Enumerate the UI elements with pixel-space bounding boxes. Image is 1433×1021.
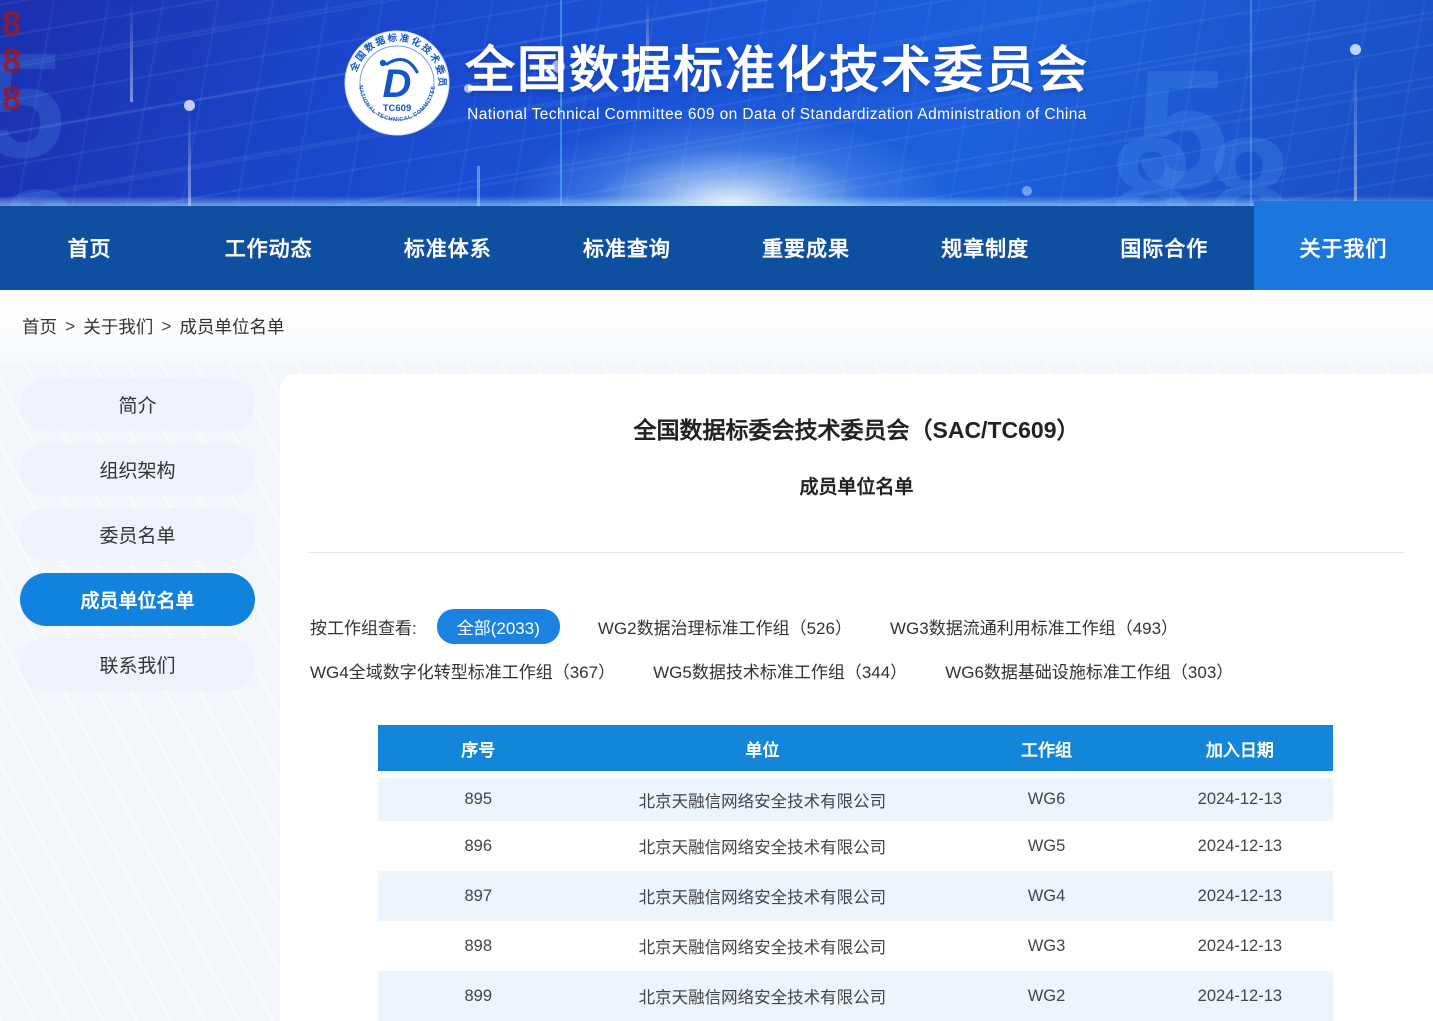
table-row: 899 北京天融信网络安全技术有限公司 WG2 2024-12-13	[378, 971, 1333, 1021]
column-header-unit: 单位	[579, 725, 947, 771]
cell-join-date: 2024-12-13	[1147, 971, 1333, 1021]
cell-seq: 897	[378, 871, 579, 921]
cell-workgroup: WG6	[946, 771, 1147, 821]
main-navigation: 首页 工作动态 标准体系 标准查询 重要成果 规章制度 国际合作 关于我们	[0, 206, 1433, 290]
breadcrumb: 首页 > 关于我们 > 成员单位名单	[0, 290, 1433, 362]
filter-wg6[interactable]: WG6数据基础设施标准工作组（303）	[945, 658, 1233, 683]
cell-join-date: 2024-12-13	[1147, 771, 1333, 821]
table-row: 896 北京天融信网络安全技术有限公司 WG5 2024-12-13	[378, 821, 1333, 871]
nav-item-standard-query[interactable]: 标准查询	[537, 206, 716, 290]
cell-unit: 北京天融信网络安全技术有限公司	[579, 771, 947, 821]
cell-join-date: 2024-12-13	[1147, 871, 1333, 921]
cell-seq: 896	[378, 821, 579, 871]
nav-item-work-news[interactable]: 工作动态	[179, 206, 358, 290]
table-row: 897 北京天融信网络安全技术有限公司 WG4 2024-12-13	[378, 871, 1333, 921]
filter-wg5[interactable]: WG5数据技术标准工作组（344）	[653, 658, 907, 683]
column-header-join-date: 加入日期	[1147, 725, 1333, 771]
table-header-row: 序号 单位 工作组 加入日期	[378, 725, 1333, 771]
cell-unit: 北京天融信网络安全技术有限公司	[579, 871, 947, 921]
filter-wg2[interactable]: WG2数据治理标准工作组（526）	[598, 614, 852, 639]
filter-wg4[interactable]: WG4全域数字化转型标准工作组（367）	[310, 658, 615, 683]
filter-all-button[interactable]: 全部(2033)	[437, 609, 560, 644]
breadcrumb-separator: >	[161, 316, 171, 337]
site-subtitle: National Technical Committee 609 on Data…	[465, 106, 1089, 124]
sidebar-item-member-units[interactable]: 成员单位名单	[20, 573, 255, 626]
workgroup-filters: 按工作组查看: 全部(2033) WG2数据治理标准工作组（526） WG3数据…	[310, 609, 1393, 683]
filter-wg3[interactable]: WG3数据流通利用标准工作组（493）	[890, 614, 1178, 639]
site-title: 全国数据标准化技术委员会	[465, 43, 1089, 98]
member-units-table: 序号 单位 工作组 加入日期 895 北京天融信网络安全技术有限公司 WG6 2…	[378, 725, 1333, 1021]
cell-workgroup: WG4	[946, 871, 1147, 921]
nav-item-standard-system[interactable]: 标准体系	[358, 206, 537, 290]
main-panel: 全国数据标委会技术委员会（SAC/TC609） 成员单位名单 按工作组查看: 全…	[280, 374, 1433, 1021]
table-row: 898 北京天融信网络安全技术有限公司 WG3 2024-12-13	[378, 921, 1333, 971]
cell-join-date: 2024-12-13	[1147, 821, 1333, 871]
sidebar-item-contact[interactable]: 联系我们	[20, 638, 255, 691]
breadcrumb-about[interactable]: 关于我们	[83, 314, 153, 339]
site-header: 5 8 5 88 888 全国数据标准化技术委员会 NATIONAL TECHN…	[0, 0, 1433, 206]
filter-label: 按工作组查看:	[310, 614, 417, 639]
page-subtitle: 成员单位名单	[280, 472, 1433, 499]
breadcrumb-current-page: 成员单位名单	[179, 314, 284, 339]
sidebar-item-intro[interactable]: 简介	[20, 378, 255, 431]
cell-unit: 北京天融信网络安全技术有限公司	[579, 971, 947, 1021]
svg-text:TC609: TC609	[383, 103, 412, 114]
nav-item-regulations[interactable]: 规章制度	[896, 206, 1075, 290]
sidebar-item-committee-list[interactable]: 委员名单	[20, 508, 255, 561]
content-area: 简介 组织架构 委员名单 成员单位名单 联系我们 全国数据标委会技术委员会（SA…	[0, 362, 1433, 1021]
nav-item-international[interactable]: 国际合作	[1075, 206, 1254, 290]
column-header-seq: 序号	[378, 725, 579, 771]
column-header-workgroup: 工作组	[946, 725, 1147, 771]
cell-seq: 898	[378, 921, 579, 971]
page-title: 全国数据标委会技术委员会（SAC/TC609）	[280, 411, 1433, 445]
nav-item-about-us[interactable]: 关于我们	[1254, 201, 1433, 290]
cell-workgroup: WG5	[946, 821, 1147, 871]
brand: 全国数据标准化技术委员会 NATIONAL TECHNICAL COMMITTE…	[0, 0, 1433, 136]
divider	[308, 552, 1405, 553]
nav-item-achievements[interactable]: 重要成果	[717, 206, 896, 290]
breadcrumb-separator: >	[65, 316, 75, 337]
cell-workgroup: WG2	[946, 971, 1147, 1021]
nav-item-home[interactable]: 首页	[0, 206, 179, 290]
cell-seq: 899	[378, 971, 579, 1021]
cell-join-date: 2024-12-13	[1147, 921, 1333, 971]
breadcrumb-home[interactable]: 首页	[22, 314, 57, 339]
table-row: 895 北京天融信网络安全技术有限公司 WG6 2024-12-13	[378, 771, 1333, 821]
cell-workgroup: WG3	[946, 921, 1147, 971]
cell-unit: 北京天融信网络安全技术有限公司	[579, 821, 947, 871]
sidebar-item-structure[interactable]: 组织架构	[20, 443, 255, 496]
cell-seq: 895	[378, 771, 579, 821]
svg-text:D: D	[383, 62, 412, 106]
cell-unit: 北京天融信网络安全技术有限公司	[579, 921, 947, 971]
committee-logo-icon[interactable]: 全国数据标准化技术委员会 NATIONAL TECHNICAL COMMITTE…	[344, 30, 450, 136]
sidebar: 简介 组织架构 委员名单 成员单位名单 联系我们	[0, 362, 280, 1021]
